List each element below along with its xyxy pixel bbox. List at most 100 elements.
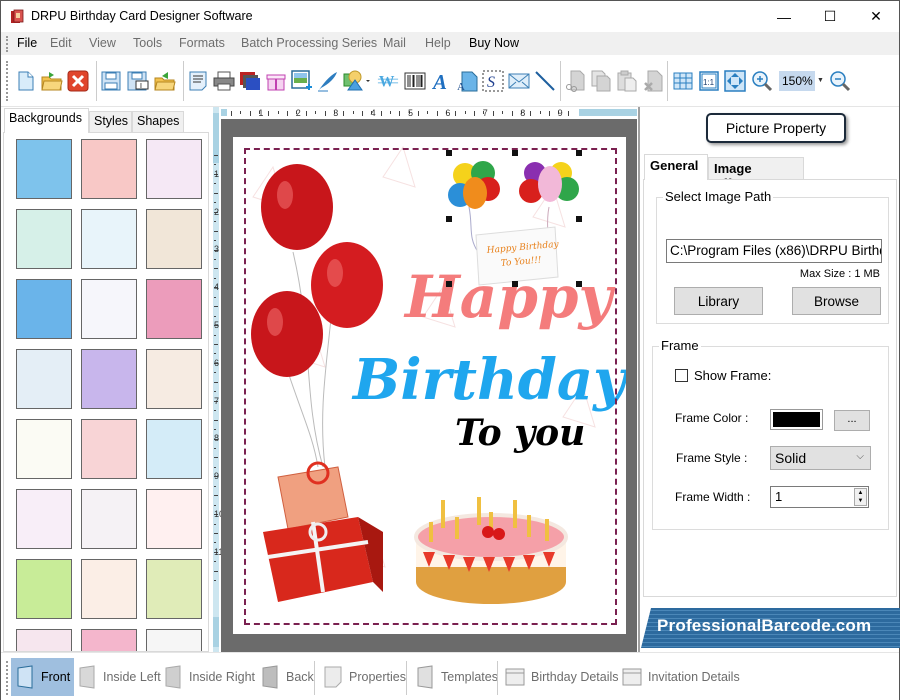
show-frame-checkbox[interactable] <box>675 369 688 382</box>
page-tab-front[interactable]: Front <box>11 658 75 696</box>
menu-tools[interactable]: Tools <box>133 36 162 50</box>
signature-button[interactable] <box>317 70 339 92</box>
background-thumbnail-daisies[interactable] <box>16 209 72 269</box>
zoom-dropdown-arrow-icon[interactable]: ▼ <box>817 77 824 84</box>
selection-handle[interactable] <box>446 150 452 156</box>
birthday-card[interactable]: Happy Birthday To You!!! Happy Birthday … <box>233 137 626 634</box>
selection-handle[interactable] <box>576 216 582 222</box>
background-thumbnail-confetti-flowers[interactable] <box>146 559 202 619</box>
shapes-button[interactable] <box>343 70 371 92</box>
print-button[interactable] <box>213 70 235 92</box>
save-as-button[interactable]: I <box>127 70 149 92</box>
grid-button[interactable] <box>672 70 694 92</box>
minimize-button[interactable]: — <box>761 1 807 32</box>
selection-handle[interactable] <box>446 216 452 222</box>
gift-button[interactable] <box>265 70 287 92</box>
actual-size-button[interactable]: 1:1 <box>698 70 720 92</box>
open-button[interactable] <box>41 70 63 92</box>
maximize-button[interactable]: ☐ <box>807 1 853 32</box>
tab-general[interactable]: General <box>644 154 708 180</box>
background-button[interactable] <box>239 70 261 92</box>
background-thumbnail-balloon-pattern[interactable] <box>146 419 202 479</box>
browse-button[interactable]: Browse <box>792 287 881 315</box>
text-button[interactable]: A <box>430 70 452 92</box>
background-thumbnail-pastel-balloons[interactable] <box>81 279 137 339</box>
paste-button[interactable] <box>616 70 638 92</box>
picture-property-button[interactable]: Picture Property <box>706 113 846 143</box>
barcode-button[interactable] <box>404 70 426 92</box>
export-button[interactable] <box>154 70 176 92</box>
toolbar-grip-handle[interactable] <box>6 61 8 101</box>
page-tab-properties[interactable]: Properties <box>319 658 410 696</box>
line-button[interactable] <box>534 70 556 92</box>
tab-backgrounds[interactable]: Backgrounds <box>4 108 89 133</box>
page-tab-birthday-details[interactable]: Birthday Details <box>501 658 623 696</box>
zoom-level-field[interactable]: 150% <box>779 71 815 91</box>
copy-button[interactable] <box>590 70 612 92</box>
page-tab-inside-right[interactable]: Inside Right <box>159 658 259 696</box>
symbol-button[interactable]: S <box>482 70 504 92</box>
design-canvas[interactable]: Happy Birthday To You!!! Happy Birthday … <box>221 119 637 652</box>
menu-edit[interactable]: Edit <box>50 36 72 50</box>
background-thumbnail-green-stripes[interactable] <box>16 559 72 619</box>
background-thumbnail-rainbow[interactable] <box>81 349 137 409</box>
background-thumbnail-party[interactable] <box>146 629 202 651</box>
close-file-button[interactable] <box>67 70 89 92</box>
wordart-button[interactable]: W <box>377 70 399 92</box>
background-thumbnail-red-hearts[interactable] <box>146 489 202 549</box>
background-thumbnail-teddy[interactable] <box>146 349 202 409</box>
stepper-arrows-icon[interactable]: ▲ ▼ <box>854 488 867 506</box>
frame-width-stepper[interactable]: 1 ▲ ▼ <box>770 486 869 508</box>
menu-view[interactable]: View <box>89 36 116 50</box>
selection-handle[interactable] <box>512 150 518 156</box>
bottombar-grip-handle[interactable] <box>6 661 8 695</box>
background-thumbnail-pink-swirls[interactable] <box>81 629 137 651</box>
tab-shapes[interactable]: Shapes <box>132 111 184 132</box>
zoom-in-button[interactable] <box>751 70 773 92</box>
selection-handle[interactable] <box>446 281 452 287</box>
background-thumbnail-clouds[interactable] <box>16 139 72 199</box>
menu-mail[interactable]: Mail <box>383 36 406 50</box>
selection-handle[interactable] <box>576 150 582 156</box>
zoom-out-button[interactable] <box>829 70 851 92</box>
menu-file[interactable]: File <box>17 36 37 50</box>
mail-button[interactable] <box>508 70 530 92</box>
menu-help[interactable]: Help <box>425 36 451 50</box>
insert-image-button[interactable] <box>291 70 313 92</box>
selection-handle[interactable] <box>576 281 582 287</box>
horizontal-scrollbar-thumb[interactable] <box>579 109 637 116</box>
background-thumbnail-happy-birthday-text[interactable] <box>16 419 72 479</box>
image-path-input[interactable]: C:\Program Files (x86)\DRPU Birthday Car… <box>666 239 882 263</box>
menu-buy-now[interactable]: Buy Now <box>469 36 519 50</box>
background-thumbnail-butterflies[interactable] <box>146 139 202 199</box>
page-tab-back[interactable]: Back <box>256 658 318 696</box>
close-button[interactable]: ✕ <box>853 1 899 32</box>
text-box-button[interactable]: A <box>456 70 478 92</box>
background-thumbnail-pink-hearts[interactable] <box>81 139 137 199</box>
background-thumbnail-stars[interactable] <box>16 279 72 339</box>
background-thumbnail-floral[interactable] <box>16 629 72 651</box>
delete-button[interactable] <box>642 70 664 92</box>
background-thumbnail-balloon-bunches[interactable] <box>81 489 137 549</box>
menu-formats[interactable]: Formats <box>179 36 225 50</box>
menu-grip-handle[interactable] <box>6 36 8 52</box>
background-thumbnail-outline-hearts[interactable] <box>16 489 72 549</box>
page-tab-invitation-details[interactable]: Invitation Details <box>618 658 744 696</box>
save-button[interactable] <box>100 70 122 92</box>
page-tab-inside-left[interactable]: Inside Left <box>73 658 165 696</box>
background-thumbnail-pink-cakes[interactable] <box>146 279 202 339</box>
background-thumbnail-cake-pattern[interactable] <box>81 559 137 619</box>
background-thumbnail-bubbles[interactable] <box>16 349 72 409</box>
page-tab-templates[interactable]: Templates <box>411 658 502 696</box>
selection-handle[interactable] <box>512 281 518 287</box>
fit-window-button[interactable] <box>724 70 746 92</box>
menu-batch-processing-series[interactable]: Batch Processing Series <box>241 36 377 50</box>
frame-color-swatch[interactable] <box>770 409 823 430</box>
promo-banner[interactable]: ProfessionalBarcode.com <box>641 606 900 650</box>
properties-button[interactable] <box>187 70 209 92</box>
new-button[interactable] <box>15 70 37 92</box>
tab-image-effects[interactable]: Image Effects <box>708 157 804 191</box>
frame-style-select[interactable]: Solid ⌵ <box>770 446 871 470</box>
tab-styles[interactable]: Styles <box>89 111 132 132</box>
frame-color-picker-button[interactable]: ... <box>834 410 870 431</box>
